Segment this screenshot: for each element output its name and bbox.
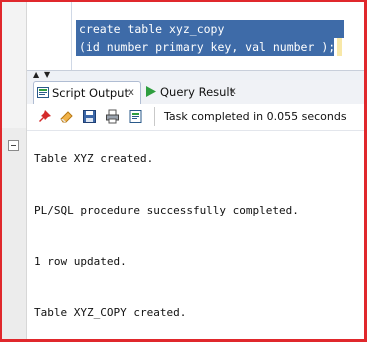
highlight-frame [0, 0, 367, 342]
